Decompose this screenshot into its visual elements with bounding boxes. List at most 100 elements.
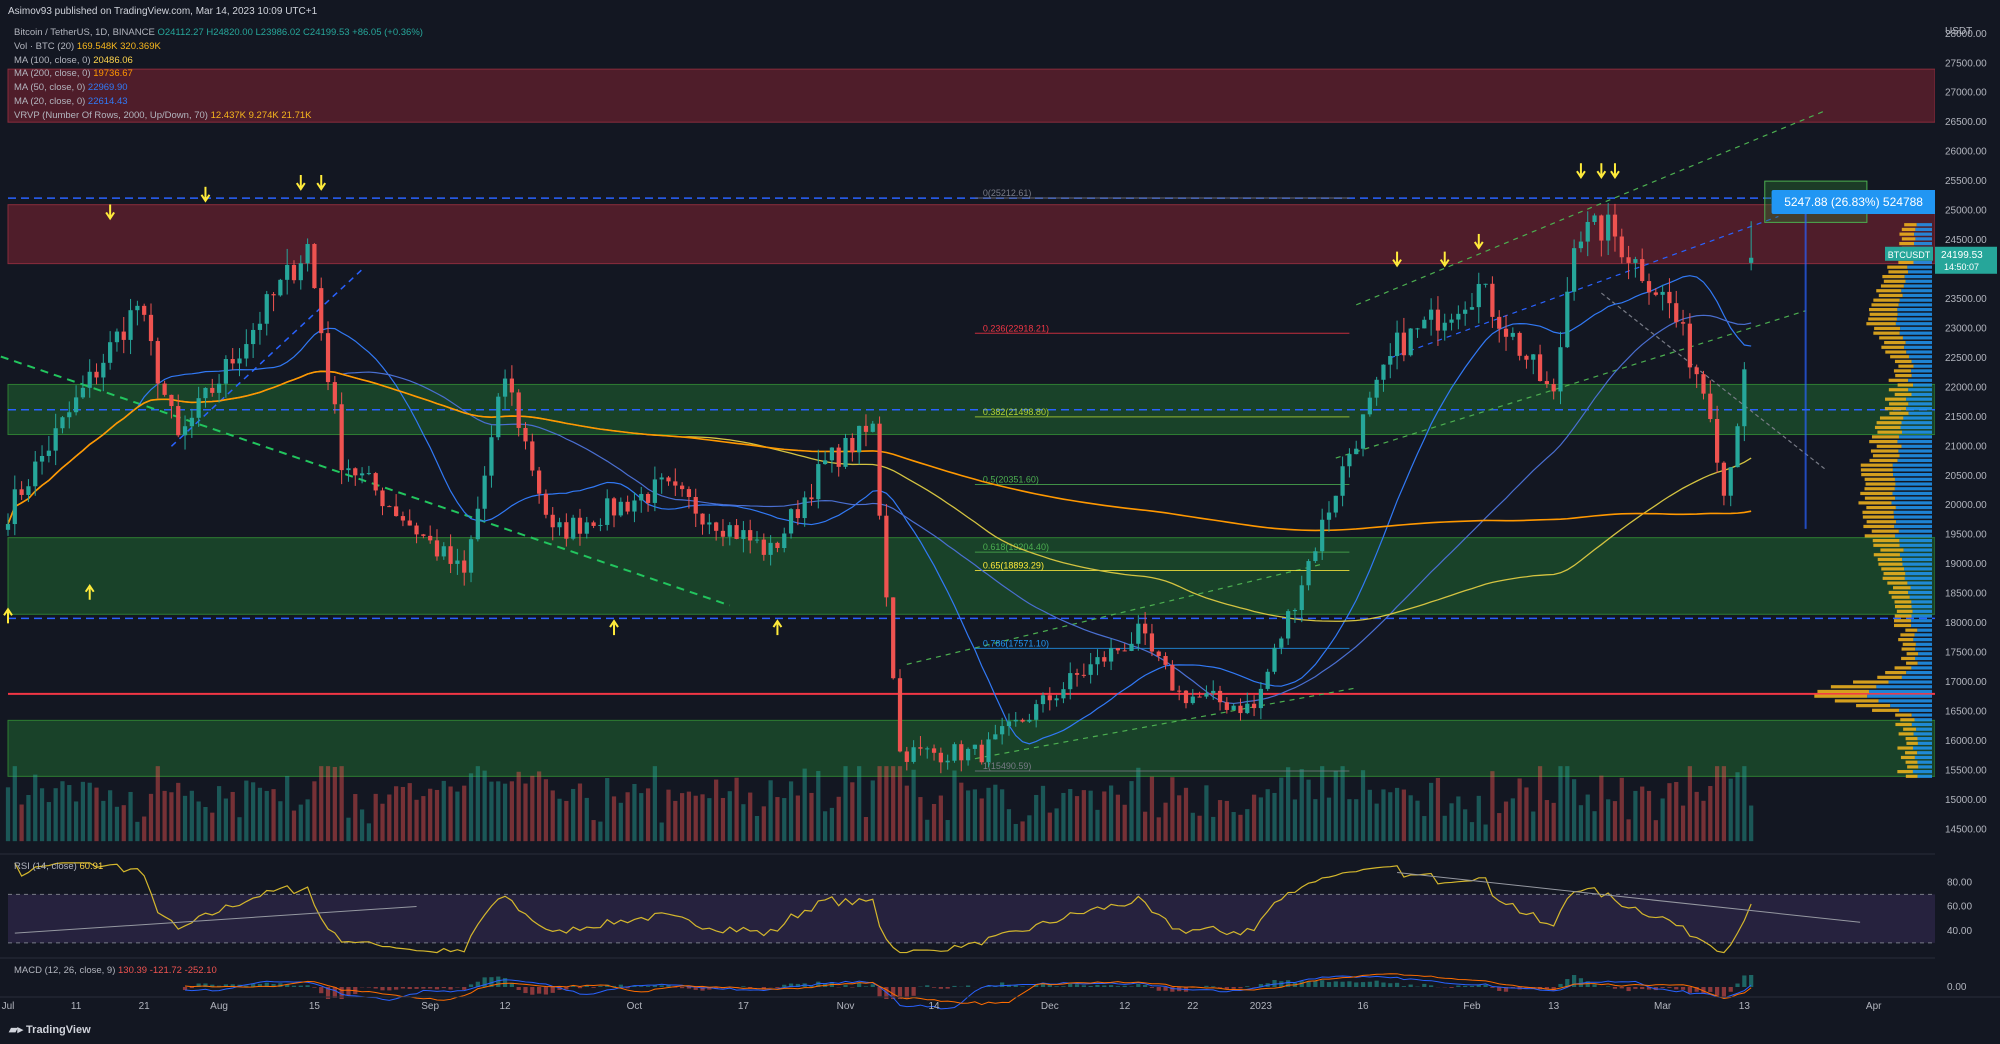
profile-row-up	[1898, 260, 1914, 265]
macd-histogram-bar	[1742, 975, 1747, 987]
volume-bar	[1279, 777, 1284, 842]
price-tick-label: 26000.00	[1945, 147, 1987, 158]
profile-row-down	[1913, 241, 1932, 246]
macd-histogram-bar	[523, 987, 528, 994]
macd-histogram-bar	[775, 987, 780, 988]
price-tick-label: 22500.00	[1945, 353, 1987, 364]
legend-row-ma100[interactable]: MA (100, close, 0) 20486.06	[14, 54, 423, 68]
tradingview-logo[interactable]: ▰▸ TradingView	[9, 1023, 91, 1036]
profile-row-up	[1906, 741, 1918, 745]
volume-bar	[945, 820, 950, 842]
macd-histogram-bar	[1626, 987, 1631, 992]
candle	[1258, 688, 1264, 709]
macd-histogram-bar	[1408, 984, 1413, 987]
candle	[502, 378, 508, 397]
volume-bar	[618, 802, 623, 842]
candle	[931, 748, 937, 753]
symbol-line[interactable]: Bitcoin / TetherUS, 1D, BINANCE O24112.2…	[14, 26, 423, 40]
price-tick-label: 23500.00	[1945, 294, 1987, 305]
volume-bar	[1422, 816, 1427, 842]
legend-row-ma50[interactable]: MA (50, close, 0) 22969.90	[14, 81, 423, 95]
candle	[1578, 241, 1584, 249]
profile-row-down	[1894, 524, 1932, 529]
profile-row-down	[1892, 463, 1932, 467]
profile-row-down	[1915, 642, 1932, 646]
volume-bar	[455, 791, 460, 842]
candle	[1674, 303, 1679, 323]
volume-bar	[591, 820, 596, 842]
macd-axis-label: 0.00	[1947, 982, 1967, 993]
volume-bar	[788, 781, 794, 842]
candle	[1394, 332, 1400, 357]
volume-bar	[1313, 799, 1318, 842]
macd-histogram-bar	[305, 985, 310, 987]
volume-bar	[605, 778, 610, 842]
candle	[1013, 719, 1018, 722]
profile-row-down	[1911, 666, 1932, 670]
volume-bar	[135, 821, 140, 842]
volume-bar	[1749, 805, 1754, 842]
candle	[1115, 648, 1121, 651]
profile-row-up	[1879, 336, 1903, 340]
legend-label: MA (50, close, 0)	[14, 82, 86, 94]
rsi-value: 60.91	[79, 861, 104, 872]
candle	[414, 525, 419, 535]
time-tick-label: Dec	[1041, 1001, 1059, 1012]
volume-bar	[1163, 802, 1168, 842]
profile-row-up	[1883, 279, 1906, 283]
volume-bar	[727, 791, 732, 842]
volume-bar	[1592, 811, 1597, 842]
volume-bar	[1415, 800, 1420, 842]
candle	[761, 539, 766, 555]
ohlc-values: O24112.27 H24820.00 L23986.02 C24199.53 …	[157, 27, 423, 38]
profile-row-down	[1912, 746, 1932, 750]
legend-row-ma200[interactable]: MA (200, close, 0) 19736.67	[14, 67, 423, 81]
profile-row-down	[1908, 388, 1932, 392]
profile-row-up	[1907, 765, 1919, 769]
candle	[1040, 695, 1046, 705]
price-tick-label: 18500.00	[1945, 589, 1987, 600]
profile-row-up	[1862, 510, 1894, 514]
candle	[897, 678, 903, 752]
candle	[714, 522, 719, 531]
volume-bar	[679, 793, 685, 842]
time-tick-label: Feb	[1463, 1001, 1481, 1012]
profile-row-down	[1908, 378, 1932, 382]
candle	[591, 522, 596, 526]
volume-bar	[60, 781, 65, 842]
volume-bar	[1306, 779, 1311, 842]
macd-histogram-bar	[1217, 987, 1223, 988]
profile-row-up	[1868, 317, 1897, 321]
candle	[142, 305, 147, 315]
volume-bar	[714, 779, 719, 842]
candle	[775, 542, 780, 548]
volume-bar	[142, 816, 147, 842]
macd-histogram-bar	[1578, 978, 1584, 987]
candle	[448, 546, 453, 564]
profile-row-up	[1905, 774, 1918, 778]
price-tick-label: 17000.00	[1945, 677, 1987, 688]
candle	[257, 323, 263, 330]
macd-histogram-bar	[945, 987, 950, 989]
volume-bar	[911, 769, 916, 842]
chart-canvas[interactable]: 0(25212.61) 0.236(22918.21) 0.382(21498.80…	[0, 0, 2000, 1044]
volume-bar	[1122, 804, 1127, 842]
macd-histogram-bar	[291, 985, 297, 987]
macd-histogram-bar	[1429, 985, 1434, 987]
candle	[748, 530, 753, 541]
candle	[203, 387, 208, 399]
legend-row-ma20[interactable]: MA (20, close, 0) 22614.43	[14, 95, 423, 109]
profile-row-down	[1893, 473, 1932, 477]
price-tick-label: 19000.00	[1945, 559, 1987, 570]
legend-row-vrvp[interactable]: VRVP (Number Of Rows, 2000, Up/Down, 70)…	[14, 109, 423, 123]
candle	[121, 331, 126, 340]
candle	[571, 517, 576, 539]
profile-row-down	[1911, 373, 1932, 378]
macd-legend[interactable]: MACD (12, 26, close, 9) 130.39 -121.72 -…	[14, 965, 217, 976]
candle	[1497, 316, 1502, 329]
price-tick-label: 16500.00	[1945, 707, 1987, 718]
volume-bar	[1258, 797, 1264, 842]
legend-row-volume[interactable]: Vol · BTC (20) 169.548K 320.369K	[14, 40, 423, 54]
volume-bar	[659, 822, 664, 842]
rsi-legend[interactable]: RSI (14, close) 60.91	[14, 861, 103, 872]
